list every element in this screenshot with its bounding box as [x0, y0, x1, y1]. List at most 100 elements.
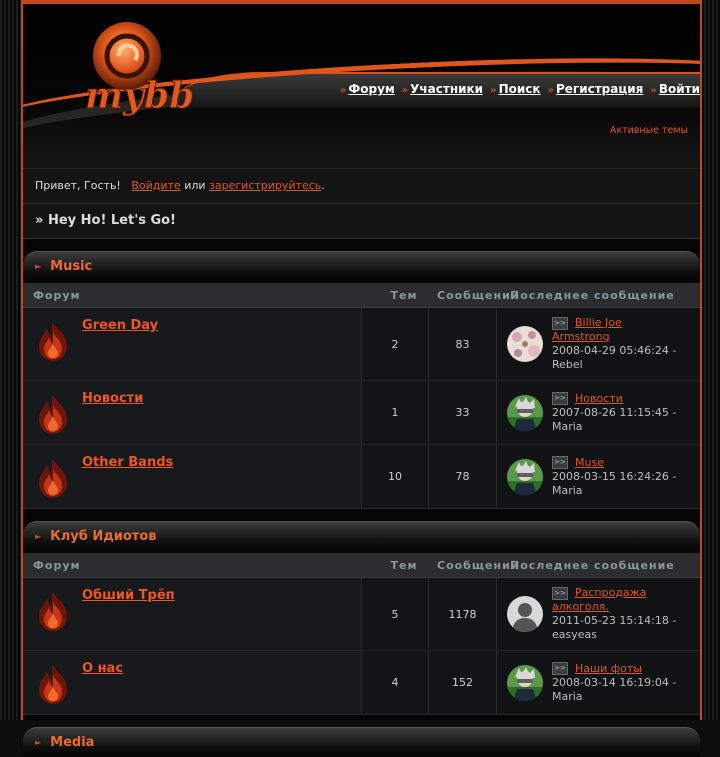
period-text: .	[321, 179, 325, 192]
category-header[interactable]: ► Media	[23, 727, 700, 757]
forum-cell: Green Day	[23, 308, 362, 380]
go-to-post-icon[interactable]: >>	[552, 586, 568, 600]
thread-count: 4	[362, 651, 429, 714]
column-posts: Сообщений	[437, 288, 520, 302]
last-post-date: 2008-03-14 16:19:04 -	[552, 675, 677, 689]
last-post-cell: >> Новости 2007-08-26 11:15:45 - Maria	[497, 381, 700, 444]
logo-text: mybb	[85, 75, 194, 117]
nav-link-search[interactable]: Поиск	[499, 82, 541, 96]
go-to-post-icon[interactable]: >>	[552, 662, 568, 675]
nav-link-register[interactable]: Регистрация	[556, 82, 643, 96]
welcome-text: Привет, Гость!	[35, 179, 121, 192]
forum-link[interactable]: О нас	[82, 661, 123, 676]
nav-link-forum[interactable]: Форум	[348, 82, 394, 96]
last-post-info: >> Наши фоты 2008-03-14 16:19:04 - Maria	[552, 662, 682, 704]
nav-item-login: » Войти	[650, 82, 700, 96]
collapse-triangle-icon[interactable]: ►	[35, 262, 41, 271]
column-posts: Сообщений	[437, 558, 520, 572]
forum-link[interactable]: Новости	[82, 391, 143, 406]
arrow-icon: »	[547, 85, 554, 96]
user-avatar[interactable]	[507, 326, 543, 362]
table-header: Форум Тем Сообщений Последнее сообщение	[23, 553, 700, 578]
column-threads: Тем	[390, 288, 418, 302]
forum-link[interactable]: Green Day	[82, 318, 158, 333]
column-threads: Тем	[390, 558, 418, 572]
column-last-post: Последнее сообщение	[510, 558, 675, 572]
register-link[interactable]: зарегистрируйтесь	[209, 179, 321, 192]
forum-fire-icon	[39, 322, 67, 361]
forum-fire-icon	[39, 665, 67, 704]
thread-count: 1	[362, 381, 429, 444]
category-title[interactable]: Music	[50, 259, 92, 274]
last-post-user[interactable]: Maria	[552, 420, 583, 433]
forum-cell: Новости	[23, 381, 362, 444]
go-to-post-icon[interactable]: >>	[552, 316, 568, 330]
breadcrumb-title[interactable]: Hey Ho! Let's Go!	[48, 213, 176, 228]
post-count: 1178	[429, 578, 497, 650]
last-post-info: >> Новости 2007-08-26 11:15:45 - Maria	[552, 392, 682, 434]
category-title[interactable]: Клуб Идиотов	[50, 529, 156, 544]
mybb-logo[interactable]: mybb	[63, 12, 203, 127]
last-post-cell: >> Наши фоты 2008-03-14 16:19:04 - Maria	[497, 651, 700, 714]
breadcrumb: » Hey Ho! Let's Go!	[23, 204, 700, 239]
user-avatar[interactable]	[507, 664, 543, 701]
last-post-info: >> Muse 2008-03-15 16:24:26 - Maria	[552, 456, 682, 498]
breadcrumb-separator: »	[35, 213, 44, 228]
last-post-cell: >> Распродажа алкоголя. 2011-05-23 15:14:…	[497, 578, 700, 650]
last-post-link[interactable]: Muse	[575, 456, 604, 469]
forum-cell: О нас	[23, 651, 362, 714]
collapse-triangle-icon[interactable]: ►	[35, 532, 41, 541]
last-post-date: 2011-05-23 15:14:18 -	[552, 614, 677, 627]
last-post-user[interactable]: Maria	[552, 484, 583, 497]
forum-link[interactable]: Other Bands	[82, 455, 173, 470]
nav-link-members[interactable]: Участники	[410, 82, 483, 96]
arrow-icon: »	[650, 85, 657, 96]
forum-row: Other Bands 10 78 >> Muse 2008-03-15 16:2…	[23, 445, 700, 509]
active-topics-link[interactable]: Активные темы	[610, 125, 688, 136]
main-nav: » Форум » Участники » Поиск » Регистрация » В…	[340, 82, 700, 96]
thread-count: 10	[362, 445, 429, 508]
arrow-icon: »	[339, 85, 347, 96]
forum-row: Новости 1 33 >> Новости 2007-08-26 11:15:…	[23, 381, 700, 445]
post-count: 152	[429, 651, 497, 714]
user-avatar[interactable]	[507, 596, 543, 632]
welcome-bar: Привет, Гость! Войдите или зарегистрируй…	[23, 169, 700, 204]
login-link[interactable]: Войдите	[131, 179, 180, 192]
last-post-info: >> Billie Joe Armstrong 2008-04-29 05:46:…	[552, 316, 682, 372]
go-to-post-icon[interactable]: >>	[552, 392, 568, 405]
last-post-user[interactable]: Rebel	[552, 358, 583, 371]
forum-fire-icon	[39, 459, 67, 498]
forum-row: О нас 4 152 >> Наши фоты 2008-03-14 16:19…	[23, 651, 700, 715]
nav-item-forum: » Форум	[340, 82, 395, 96]
post-count: 83	[429, 308, 497, 380]
forum-link[interactable]: Обший Трёп	[82, 588, 175, 603]
column-forum: Форум	[33, 288, 81, 302]
last-post-cell: >> Billie Joe Armstrong 2008-04-29 05:46:…	[497, 308, 700, 380]
forum-fire-icon	[39, 592, 67, 631]
forum-row: Green Day 2 83 >> Billie Joe Armstrong 20…	[23, 308, 700, 381]
user-avatar[interactable]	[507, 458, 543, 495]
forum-cell: Other Bands	[23, 445, 362, 508]
post-count: 78	[429, 445, 497, 508]
nav-link-login[interactable]: Войти	[659, 82, 700, 96]
column-last-post: Последнее сообщение	[510, 288, 675, 302]
forum-row: Обший Трёп 5 1178 >> Распродажа алкоголя.…	[23, 578, 700, 651]
last-post-date: 2008-04-29 05:46:24 -	[552, 344, 677, 357]
category-header[interactable]: ► Клуб Идиотов	[23, 521, 700, 551]
last-post-user[interactable]: easyeas	[552, 628, 597, 641]
user-avatar[interactable]	[507, 394, 543, 431]
arrow-icon: »	[490, 85, 497, 96]
thread-count: 2	[362, 308, 429, 380]
last-post-link[interactable]: Наши фоты	[575, 662, 642, 675]
forum-fire-icon	[39, 395, 67, 434]
nav-item-register: » Регистрация	[548, 82, 644, 96]
or-text: или	[184, 179, 206, 192]
category-header[interactable]: ► Music	[23, 251, 700, 281]
last-post-user[interactable]: Maria	[552, 690, 583, 703]
category-title[interactable]: Media	[50, 735, 94, 750]
collapse-triangle-icon[interactable]: ►	[35, 738, 41, 747]
go-to-post-icon[interactable]: >>	[552, 456, 568, 469]
last-post-link[interactable]: Новости	[575, 392, 623, 405]
right-stripes	[700, 0, 720, 720]
forum-cell: Обший Трёп	[23, 578, 362, 650]
